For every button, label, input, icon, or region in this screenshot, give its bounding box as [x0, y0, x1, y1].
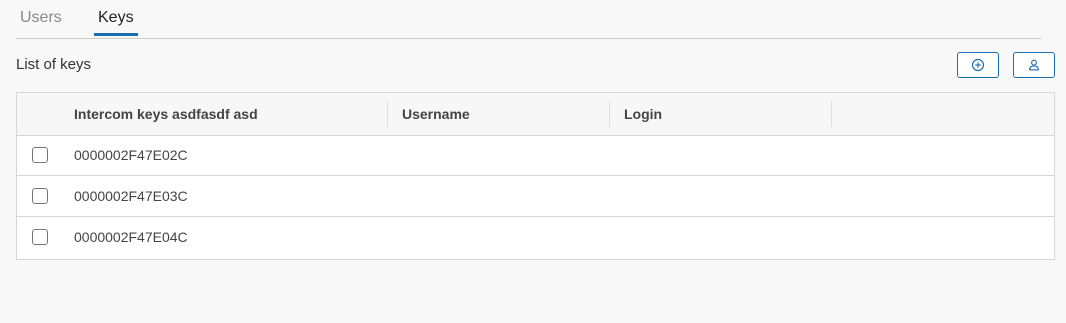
- user-icon: [1029, 59, 1039, 71]
- table-row[interactable]: 0000002F47E02C: [17, 135, 1054, 176]
- key-cell: 0000002F47E02C: [74, 147, 188, 163]
- column-separator: [387, 101, 388, 127]
- tab-users[interactable]: Users: [20, 8, 62, 36]
- key-cell: 0000002F47E04C: [74, 229, 188, 245]
- tab-bar: Users Keys: [16, 0, 1042, 39]
- column-separator: [831, 101, 832, 127]
- column-header-login[interactable]: Login: [624, 93, 662, 135]
- row-checkbox[interactable]: [32, 229, 48, 245]
- add-key-button[interactable]: [957, 52, 999, 78]
- table-row[interactable]: 0000002F47E03C: [17, 176, 1054, 217]
- assign-user-button[interactable]: [1013, 52, 1055, 78]
- column-separator: [609, 101, 610, 127]
- row-checkbox[interactable]: [32, 188, 48, 204]
- row-checkbox[interactable]: [32, 147, 48, 163]
- table-row[interactable]: 0000002F47E04C: [17, 217, 1054, 258]
- tab-keys[interactable]: Keys: [94, 8, 138, 36]
- column-header-intercom-keys[interactable]: Intercom keys asdfasdf asd: [74, 93, 258, 135]
- key-cell: 0000002F47E03C: [74, 188, 188, 204]
- add-circle-icon: [971, 58, 985, 72]
- keys-table: Intercom keys asdfasdf asd Username Logi…: [16, 92, 1055, 260]
- section-title: List of keys: [16, 56, 92, 73]
- column-header-username[interactable]: Username: [402, 93, 470, 135]
- table-header: Intercom keys asdfasdf asd Username Logi…: [17, 93, 1054, 136]
